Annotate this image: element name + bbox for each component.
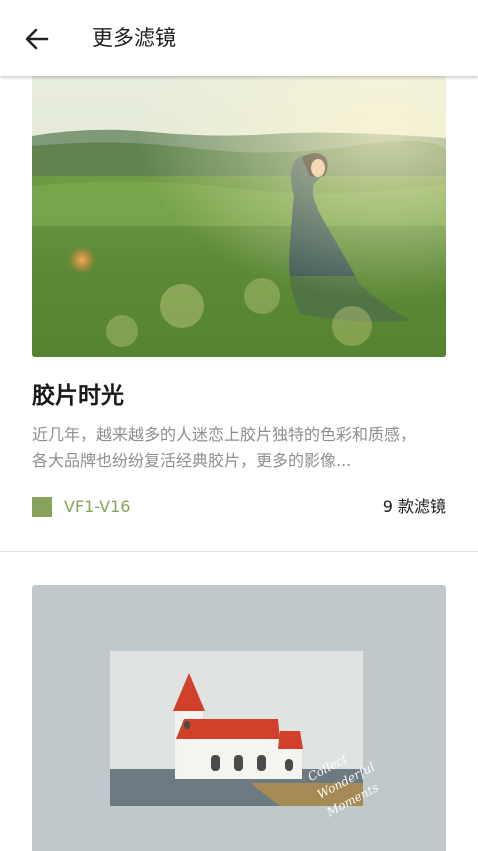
filter-code: VF1-V16: [64, 497, 131, 516]
page-title: 更多滤镜: [92, 26, 176, 50]
divider: [0, 551, 478, 552]
color-swatch: [32, 497, 52, 517]
card-title: 胶片时光: [32, 383, 124, 409]
card-cover-image[interactable]: Collect Wonderful Moments: [32, 585, 446, 851]
app-bar: 更多滤镜: [0, 0, 478, 76]
meadow-photo: [32, 76, 446, 357]
arrow-left-icon: [25, 28, 49, 50]
card-description: 近几年，越来越多的人迷恋上胶片独特的色彩和质感，各大品牌也纷纷复活经典胶片，更多…: [32, 425, 417, 470]
back-button[interactable]: [20, 22, 54, 56]
filter-list[interactable]: 胶片时光 近几年，越来越多的人迷恋上胶片独特的色彩和质感，各大品牌也纷纷复活经典…: [0, 0, 478, 851]
filter-count: 9 款滤镜: [382, 497, 446, 516]
card-cover-image[interactable]: [32, 76, 446, 357]
